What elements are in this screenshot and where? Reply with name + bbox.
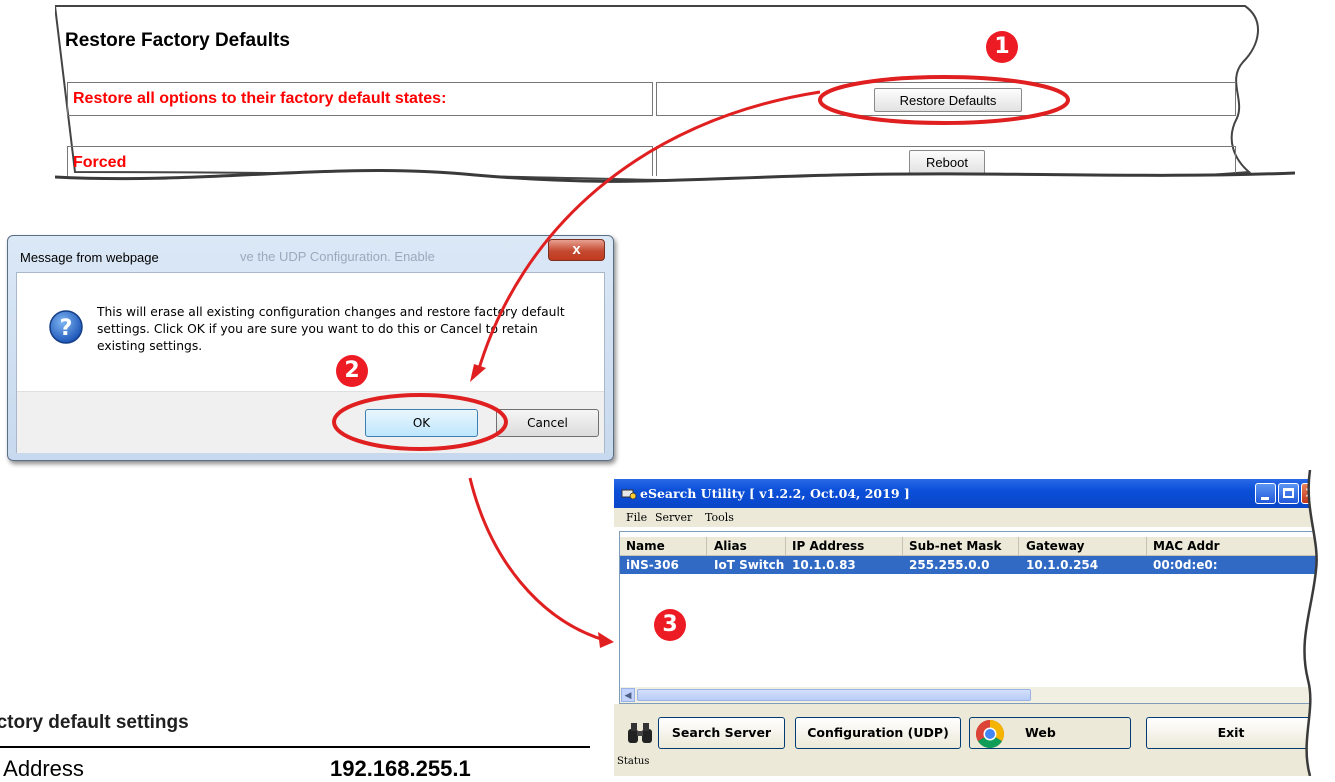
step-badge-3: 3 — [654, 609, 686, 641]
arrow-line — [476, 90, 821, 373]
annotation-overlay — [332, 75, 1070, 648]
arrow-line — [468, 477, 605, 642]
arrow-head-icon — [470, 364, 486, 382]
step-badge-2: 2 — [336, 355, 368, 387]
highlight-ellipse — [332, 393, 508, 451]
step-badge-1: 1 — [986, 31, 1018, 63]
highlight-ellipse — [818, 75, 1070, 125]
arrow-head-icon — [598, 632, 614, 648]
